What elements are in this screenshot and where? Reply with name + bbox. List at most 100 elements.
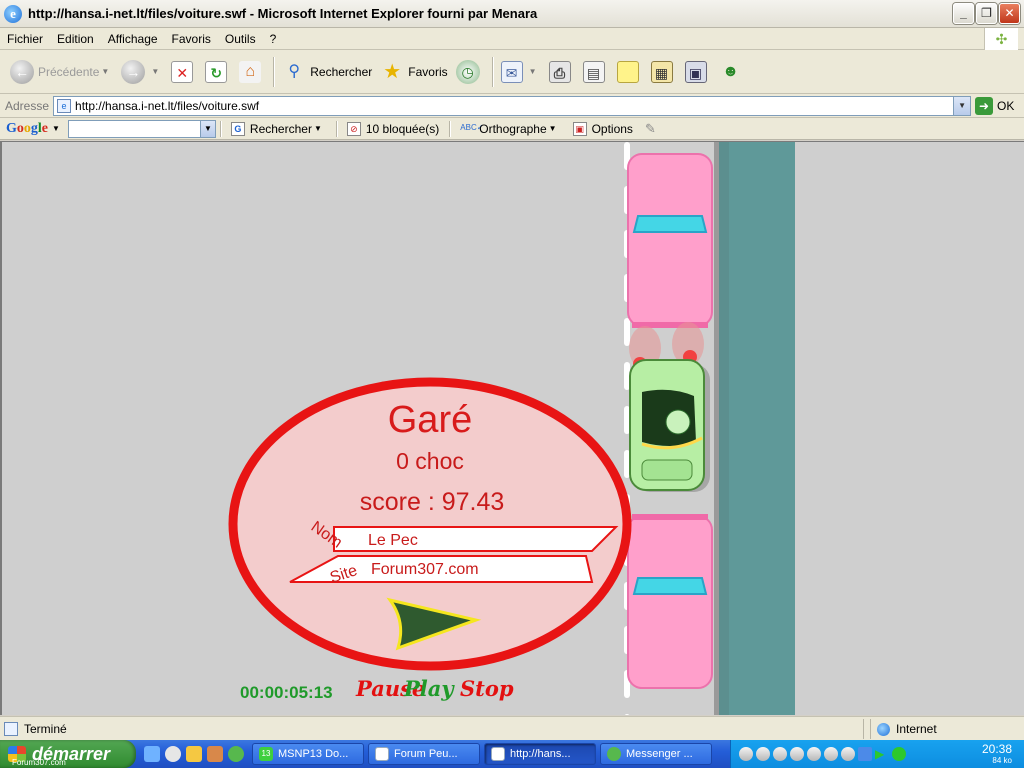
google-logo[interactable]: Google — [0, 121, 50, 137]
back-dropdown-icon[interactable]: ▼ — [101, 67, 109, 76]
flash-content[interactable]: Garé 0 choc score : 97.43 Le Pec Forum30… — [0, 141, 1024, 715]
tray-chevron-icon[interactable] — [841, 747, 855, 761]
options-button[interactable]: ▣ Options — [567, 121, 639, 136]
favorites-button[interactable]: ★ Favoris — [376, 55, 451, 89]
forward-dropdown-icon[interactable]: ▼ — [151, 67, 159, 76]
menu-favoris[interactable]: Favoris — [165, 32, 218, 46]
browser-window-icon — [491, 747, 505, 761]
windows-logo-icon: ✣ — [984, 28, 1018, 50]
quick-launch — [136, 746, 252, 762]
ie-icon: e — [4, 4, 22, 23]
menu-edition[interactable]: Edition — [50, 32, 101, 46]
name-value[interactable]: Le Pec — [368, 532, 418, 549]
taskbar: démarrer Forum307.com 13 MSNP13 Do... Fo… — [0, 740, 1024, 768]
go-button[interactable]: ➜ OK — [975, 96, 1014, 115]
parking-game-canvas[interactable]: Garé 0 choc score : 97.43 Le Pec Forum30… — [2, 142, 1024, 715]
play-button[interactable]: Play — [404, 676, 454, 701]
stop-button[interactable]: ✕ — [167, 55, 201, 89]
research-icon: ▦ — [650, 60, 673, 83]
name-ribbon[interactable]: Le Pec — [333, 526, 619, 552]
security-zone[interactable]: Internet — [870, 719, 1024, 739]
play-arrow-icon[interactable]: ▶ — [875, 747, 889, 761]
mail-dropdown-icon[interactable]: ▼ — [529, 67, 537, 76]
close-button[interactable]: ✕ — [999, 3, 1020, 24]
google-menu-dropdown-icon[interactable]: ▼ — [52, 124, 60, 133]
menu-fichier[interactable]: Fichier — [0, 32, 50, 46]
page-status-icon — [4, 721, 18, 736]
browser-window-icon — [375, 747, 389, 761]
minimize-button[interactable]: _ — [953, 3, 974, 24]
stop-game-button[interactable]: Stop — [460, 676, 514, 701]
task-forum[interactable]: Forum Peu... — [368, 743, 480, 765]
msn-badge: 13 — [259, 747, 273, 761]
site-value[interactable]: Forum307.com — [371, 561, 479, 578]
task-msnp13[interactable]: 13 MSNP13 Do... — [252, 743, 364, 765]
highlight-button[interactable]: ✎ — [639, 121, 662, 137]
spellcheck-button[interactable]: ABC✓ Orthographe ▼ — [454, 122, 566, 136]
curb — [714, 142, 719, 715]
address-url[interactable]: http://hansa.i-net.lt/files/voiture.swf — [75, 99, 259, 113]
search-label: Rechercher — [310, 64, 373, 79]
app-icon[interactable] — [207, 746, 223, 762]
discuss-button[interactable] — [613, 55, 647, 89]
status-text: Terminé — [24, 721, 67, 736]
msn-icon[interactable] — [228, 746, 244, 762]
refresh-button[interactable]: ↻ — [201, 55, 235, 89]
media-button[interactable]: ▣ — [681, 55, 715, 89]
spellcheck-dropdown-icon[interactable]: ▼ — [549, 124, 557, 133]
shock-count: 0 choc — [396, 448, 464, 474]
task-voiture[interactable]: http://hans... — [484, 743, 596, 765]
media-stop-icon[interactable] — [790, 747, 804, 761]
toolbar-separator — [449, 120, 451, 137]
search-button[interactable]: ⚲ Rechercher — [278, 55, 376, 89]
google-input-dropdown-icon[interactable]: ▼ — [199, 120, 215, 137]
clock[interactable]: 20:38 84 ko — [982, 743, 1012, 767]
back-arrow-icon: ← — [10, 59, 34, 84]
folder-icon[interactable] — [186, 746, 202, 762]
home-button[interactable]: ⌂ — [235, 55, 269, 89]
mail-button[interactable]: ✉ ▼ — [497, 55, 545, 89]
google-search-button[interactable]: G Rechercher ▼ — [225, 121, 332, 136]
forward-button[interactable]: → ▼ — [117, 55, 167, 89]
status-divider — [863, 719, 864, 739]
task-label: Messenger ... — [626, 748, 693, 760]
google-search-dropdown-icon[interactable]: ▼ — [314, 124, 322, 133]
player-car[interactable] — [629, 359, 710, 492]
google-search-label: Rechercher — [249, 121, 312, 136]
task-label: Forum Peu... — [394, 748, 458, 760]
address-input[interactable]: e http://hansa.i-net.lt/files/voiture.sw… — [53, 95, 972, 116]
popup-blocker-button[interactable]: ⊘ 10 bloquée(s) — [341, 121, 445, 136]
menu-help[interactable]: ? — [263, 32, 284, 46]
messenger-button[interactable]: ☻ — [715, 55, 751, 89]
menu-affichage[interactable]: Affichage — [101, 32, 165, 46]
lane-dash — [624, 318, 630, 346]
start-button[interactable]: démarrer Forum307.com — [0, 740, 136, 768]
toolbar-separator — [219, 120, 221, 137]
media-pause-icon[interactable] — [773, 747, 787, 761]
ie-quicklaunch-icon[interactable] — [144, 746, 160, 762]
menu-outils[interactable]: Outils — [218, 32, 263, 46]
history-button[interactable]: ◷ — [452, 55, 488, 89]
address-label: Adresse — [5, 98, 50, 113]
network-icon[interactable] — [858, 747, 872, 761]
media-volume-icon[interactable] — [824, 747, 838, 761]
task-label: http://hans... — [510, 748, 571, 760]
media-prev-icon[interactable] — [739, 747, 753, 761]
clock-time: 20:38 — [981, 742, 1012, 756]
print-button[interactable]: ⎙ — [545, 55, 579, 89]
media-play-icon[interactable] — [756, 747, 770, 761]
media-next-icon[interactable] — [807, 747, 821, 761]
address-dropdown-icon[interactable]: ▼ — [953, 96, 971, 115]
maximize-button[interactable]: ❐ — [976, 3, 997, 24]
task-messenger[interactable]: Messenger ... — [600, 743, 712, 765]
google-search-input[interactable]: ▼ — [67, 119, 216, 138]
stop-icon: ✕ — [171, 60, 194, 83]
edit-button[interactable]: ▤ — [579, 55, 613, 89]
research-button[interactable]: ▦ — [647, 55, 681, 89]
pencil-icon: ✎ — [644, 120, 656, 136]
home-icon: ⌂ — [239, 60, 262, 83]
toolbar-separator — [491, 56, 493, 87]
messenger-tray-icon[interactable] — [892, 747, 906, 761]
media-player-icon[interactable] — [165, 746, 181, 762]
back-button[interactable]: ← Précédente ▼ — [6, 55, 117, 89]
